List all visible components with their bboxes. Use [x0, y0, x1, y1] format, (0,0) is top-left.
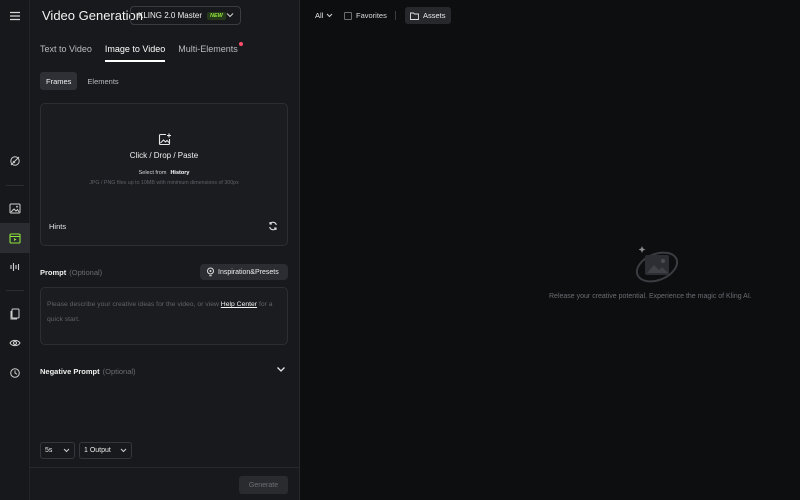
audio-tool-button[interactable] — [0, 252, 30, 282]
negative-prompt-label: Negative Prompt — [40, 367, 100, 376]
subtab-frames[interactable]: Frames — [40, 72, 78, 90]
duration-value: 5s — [45, 447, 53, 454]
negative-prompt-optional: (Optional) — [102, 367, 136, 376]
tab-multi-elements-label: Multi-Elements — [178, 44, 238, 54]
model-selector[interactable]: KLING 2.0 Master NEW — [130, 6, 241, 25]
history-icon — [10, 368, 20, 378]
page-title: Video Generation — [42, 8, 143, 23]
subtab-elements[interactable]: Elements — [81, 72, 124, 90]
icon-rail — [0, 0, 30, 500]
chevron-down-icon — [63, 448, 70, 453]
assets-icon — [10, 308, 20, 320]
favorites-label: Favorites — [356, 11, 387, 20]
mode-tabs: Text to Video Image to Video Multi-Eleme… — [40, 42, 243, 62]
generation-panel: Video Generation KLING 2.0 Master NEW Te… — [30, 0, 300, 500]
prompt-label: Prompt (Optional) — [40, 268, 102, 277]
select-from-history: Select from History — [41, 170, 287, 176]
favorites-checkbox[interactable] — [344, 11, 352, 20]
empty-state-text: Release your creative potential. Experie… — [549, 293, 752, 300]
empty-state-illustration — [635, 246, 679, 283]
rail-divider — [6, 185, 24, 186]
model-name: KLING 2.0 Master — [138, 11, 203, 20]
eye-tool-button[interactable] — [0, 328, 30, 358]
video-tool-button[interactable] — [0, 223, 30, 253]
select-from-label: Select from — [138, 170, 167, 176]
history-tool-button[interactable] — [0, 358, 30, 388]
generate-button[interactable]: Generate — [239, 476, 288, 494]
inspiration-presets-button[interactable]: Inspiration&Presets — [200, 264, 288, 280]
lightbulb-icon — [207, 267, 214, 277]
asset-filter-bar: All Favorites Assets — [300, 0, 800, 32]
history-link[interactable]: History — [170, 170, 189, 176]
image-icon — [9, 203, 21, 213]
explore-button[interactable] — [0, 146, 30, 176]
favorites-filter[interactable]: Favorites — [344, 11, 387, 20]
refresh-icon[interactable] — [268, 221, 278, 231]
upload-title: Click / Drop / Paste — [129, 151, 199, 160]
upload-requirements: JPG / PNG files up to 10MB with minimum … — [89, 180, 239, 186]
image-tool-button[interactable] — [0, 193, 30, 223]
explore-icon — [10, 156, 20, 166]
help-center-link[interactable]: Help Center — [221, 301, 257, 308]
assets-tool-button[interactable] — [0, 299, 30, 329]
prompt-input[interactable]: Please describe your creative ideas for … — [40, 287, 288, 345]
menu-icon — [10, 11, 20, 21]
duration-select[interactable]: 5s — [40, 442, 75, 459]
video-icon — [9, 232, 21, 244]
hints-label[interactable]: Hints — [49, 222, 66, 231]
new-badge: NEW — [207, 11, 226, 20]
footer-divider — [30, 467, 300, 468]
audio-icon — [10, 263, 20, 271]
output-count-value: 1 Output — [84, 447, 111, 454]
output-count-select[interactable]: 1 Output — [79, 442, 132, 459]
prompt-placeholder: Please describe your creative ideas for … — [47, 301, 219, 308]
inspiration-presets-label: Inspiration&Presets — [218, 268, 279, 276]
prompt-optional: (Optional) — [69, 268, 103, 277]
chevron-down-icon[interactable] — [276, 366, 286, 373]
prompt-label-text: Prompt — [40, 268, 67, 277]
image-upload-area[interactable]: Click / Drop / Paste Select from History … — [40, 103, 288, 246]
folder-icon — [410, 12, 419, 20]
chevron-down-icon — [226, 13, 234, 18]
notification-dot — [238, 42, 243, 46]
main-canvas: All Favorites Assets Release your creati… — [300, 0, 800, 500]
filter-divider — [395, 11, 396, 20]
filter-all-label: All — [315, 11, 324, 20]
rail-divider — [6, 290, 24, 291]
assets-button[interactable]: Assets — [405, 7, 451, 24]
chevron-down-icon — [326, 13, 333, 18]
assets-label: Assets — [423, 11, 446, 20]
menu-button[interactable] — [0, 1, 30, 31]
negative-prompt-toggle[interactable]: Negative Prompt (Optional) — [40, 367, 136, 376]
eye-icon — [9, 339, 21, 347]
chevron-down-icon — [120, 448, 127, 453]
tab-multi-elements[interactable]: Multi-Elements — [178, 42, 243, 62]
tab-image-to-video[interactable]: Image to Video — [104, 44, 166, 62]
tab-text-to-video[interactable]: Text to Video — [40, 44, 92, 62]
input-subtabs: Frames Elements — [40, 72, 125, 90]
image-plus-icon — [158, 133, 171, 146]
filter-all-dropdown[interactable]: All — [315, 11, 333, 20]
